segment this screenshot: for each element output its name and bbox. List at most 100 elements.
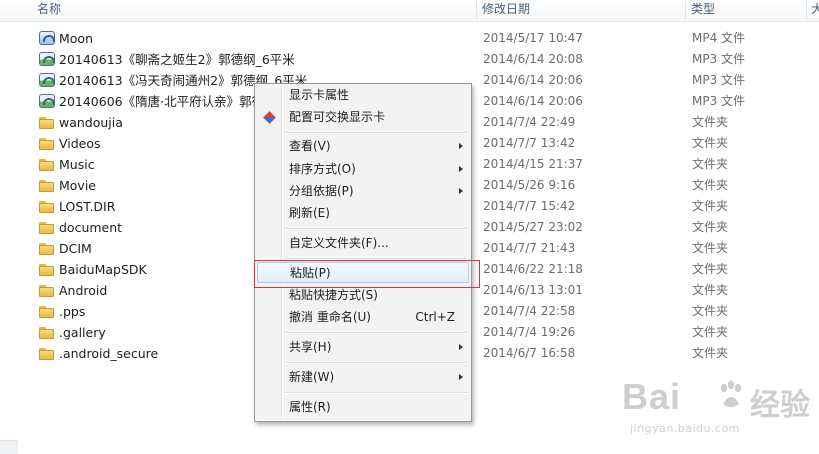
file-type: MP3 文件	[692, 94, 746, 108]
menu-item-label: 粘贴快捷方式(S)	[289, 288, 378, 302]
submenu-arrow-icon	[459, 166, 463, 172]
folder-icon	[39, 262, 55, 276]
menu-item-label: 撤消 重命名(U)	[289, 310, 371, 324]
menu-item-group-by[interactable]: 分组依据(P)	[257, 181, 469, 202]
file-type: MP3 文件	[692, 52, 746, 66]
watermark-logo-text: Bai	[622, 376, 682, 417]
file-row[interactable]: Moon 2014/5/17 10:47 MP4 文件	[0, 28, 819, 49]
file-type: 文件夹	[692, 178, 729, 192]
file-date: 2014/6/22 21:18	[483, 262, 583, 276]
file-name: Android	[59, 283, 108, 298]
menu-separator	[285, 362, 467, 364]
annotation-highlight-box	[254, 260, 480, 288]
submenu-arrow-icon	[459, 143, 463, 149]
file-name: .android_secure	[59, 346, 159, 361]
file-name: Videos	[59, 136, 101, 151]
menu-item-view[interactable]: 查看(V)	[257, 136, 469, 157]
file-date: 2014/7/4 19:26	[483, 325, 576, 339]
file-date: 2014/6/7 16:58	[483, 346, 576, 360]
file-name: Music	[59, 157, 95, 172]
file-date: 2014/6/14 20:08	[483, 52, 583, 66]
menu-item-shortcut: Ctrl+Z	[415, 310, 455, 324]
menu-item-customize-folder[interactable]: 自定义文件夹(F)...	[257, 233, 469, 254]
audio-file-icon	[39, 52, 55, 66]
menu-item-label: 排序方式(O)	[289, 162, 356, 176]
folder-icon	[39, 304, 55, 318]
menu-separator	[285, 392, 467, 394]
file-name: BaiduMapSDK	[59, 262, 147, 277]
file-type: 文件夹	[692, 136, 729, 150]
menu-item-properties[interactable]: 属性(R)	[257, 397, 469, 418]
menu-item-sort-by[interactable]: 排序方式(O)	[257, 159, 469, 180]
file-name: 20140613《聊斋之姬生2》郭德纲_6平米	[59, 52, 295, 67]
file-type: 文件夹	[692, 346, 729, 360]
menu-item-label: 配置可交换显示卡	[289, 110, 386, 124]
file-date: 2014/5/27 23:02	[483, 220, 583, 234]
file-name: LOST.DIR	[59, 199, 116, 214]
file-name: .pps	[59, 304, 86, 319]
file-type: 文件夹	[692, 325, 729, 339]
menu-item-label: 属性(R)	[289, 400, 331, 414]
file-type: 文件夹	[692, 262, 729, 276]
gpu-icon	[262, 110, 278, 126]
file-date: 2014/7/4 22:49	[483, 115, 576, 129]
column-divider[interactable]	[685, 0, 686, 21]
menu-separator	[285, 132, 467, 134]
menu-item-label: 自定义文件夹(F)...	[289, 236, 389, 250]
menu-item-label: 新建(W)	[289, 370, 335, 384]
file-name: Moon	[59, 31, 94, 46]
column-divider[interactable]	[806, 0, 807, 21]
submenu-arrow-icon	[459, 188, 463, 194]
watermark-url: jingyan.baidu.com	[630, 422, 741, 435]
folder-icon	[39, 346, 55, 360]
column-header-type[interactable]: 类型	[691, 0, 715, 21]
menu-item-switchable-graphics[interactable]: 配置可交换显示卡	[257, 107, 469, 128]
context-menu: 显示卡属性 配置可交换显示卡 查看(V) 排序方式(O) 分组依据(P) 刷新(…	[254, 83, 472, 422]
menu-item-label: 分组依据(P)	[289, 184, 354, 198]
audio-file-icon	[39, 73, 55, 87]
menu-separator	[285, 332, 467, 334]
folder-icon	[39, 115, 55, 129]
file-date: 2014/7/7 15:42	[483, 199, 576, 213]
file-date: 2014/7/7 21:43	[483, 241, 576, 255]
watermark-logo-text-cn: 经验	[750, 388, 810, 423]
menu-item-label: 显示卡属性	[289, 88, 350, 102]
folder-icon	[39, 283, 55, 297]
file-name: document	[59, 220, 123, 235]
menu-item-label: 共享(H)	[289, 340, 332, 354]
file-date: 2014/5/26 9:16	[483, 178, 576, 192]
column-divider[interactable]	[476, 0, 477, 21]
file-type: 文件夹	[692, 199, 729, 213]
menu-item-display-card-properties[interactable]: 显示卡属性	[257, 85, 469, 106]
submenu-arrow-icon	[459, 344, 463, 350]
folder-icon	[39, 325, 55, 339]
menu-item-share[interactable]: 共享(H)	[257, 337, 469, 358]
menu-item-undo-rename[interactable]: 撤消 重命名(U) Ctrl+Z	[257, 307, 469, 328]
baidu-jingyan-watermark: Bai 经验 jingyan.baidu.com	[622, 376, 812, 446]
folder-icon	[39, 157, 55, 171]
column-header-date[interactable]: 修改日期	[482, 0, 530, 21]
file-type: 文件夹	[692, 241, 729, 255]
menu-separator	[285, 228, 467, 230]
column-header-size[interactable]: 大	[811, 0, 819, 21]
column-header-name[interactable]: 名称	[37, 0, 61, 21]
file-type: MP3 文件	[692, 73, 746, 87]
file-type: 文件夹	[692, 283, 729, 297]
file-date: 2014/4/15 21:37	[483, 157, 583, 171]
file-date: 2014/6/14 20:06	[483, 73, 583, 87]
file-type: 文件夹	[692, 157, 729, 171]
file-type: 文件夹	[692, 304, 729, 318]
file-type: MP4 文件	[692, 31, 746, 45]
file-date: 2014/6/13 13:01	[483, 283, 583, 297]
menu-item-new[interactable]: 新建(W)	[257, 367, 469, 388]
submenu-arrow-icon	[459, 374, 463, 380]
media-file-icon	[39, 31, 55, 45]
menu-item-refresh[interactable]: 刷新(E)	[257, 203, 469, 224]
menu-item-paste-shortcut[interactable]: 粘贴快捷方式(S)	[257, 285, 469, 306]
file-name: .gallery	[59, 325, 106, 340]
file-row[interactable]: 20140613《聊斋之姬生2》郭德纲_6平米 2014/6/14 20:08 …	[0, 49, 819, 70]
horizontal-scrollbar[interactable]	[0, 440, 18, 454]
folder-icon	[39, 136, 55, 150]
folder-icon	[39, 220, 55, 234]
menu-item-label: 查看(V)	[289, 139, 331, 153]
